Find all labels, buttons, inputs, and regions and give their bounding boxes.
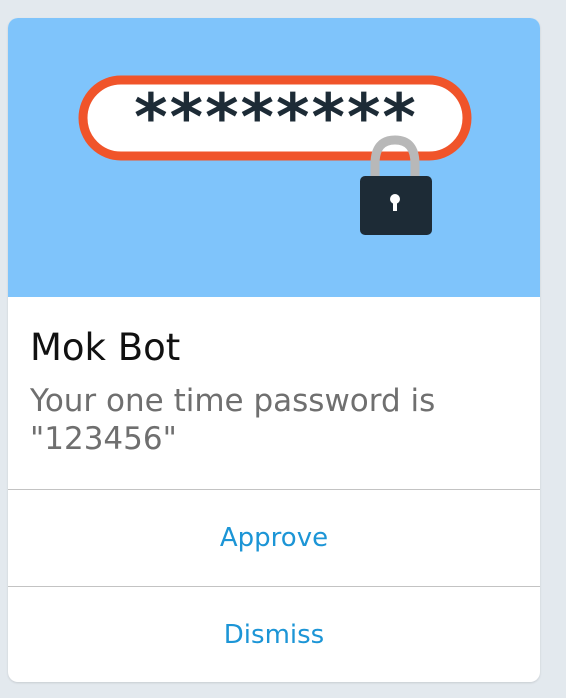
notification-message: Your one time password is "123456"	[30, 383, 436, 457]
approve-button[interactable]: Approve	[8, 490, 540, 586]
password-lock-icon: ********	[78, 75, 472, 235]
dismiss-button[interactable]: Dismiss	[8, 587, 540, 682]
masked-password-text: ********	[134, 82, 418, 156]
hero-banner: ********	[8, 18, 540, 297]
notification-title: Mok Bot	[30, 326, 181, 369]
notification-card: ******** Mok Bot Your one time password …	[8, 18, 540, 682]
